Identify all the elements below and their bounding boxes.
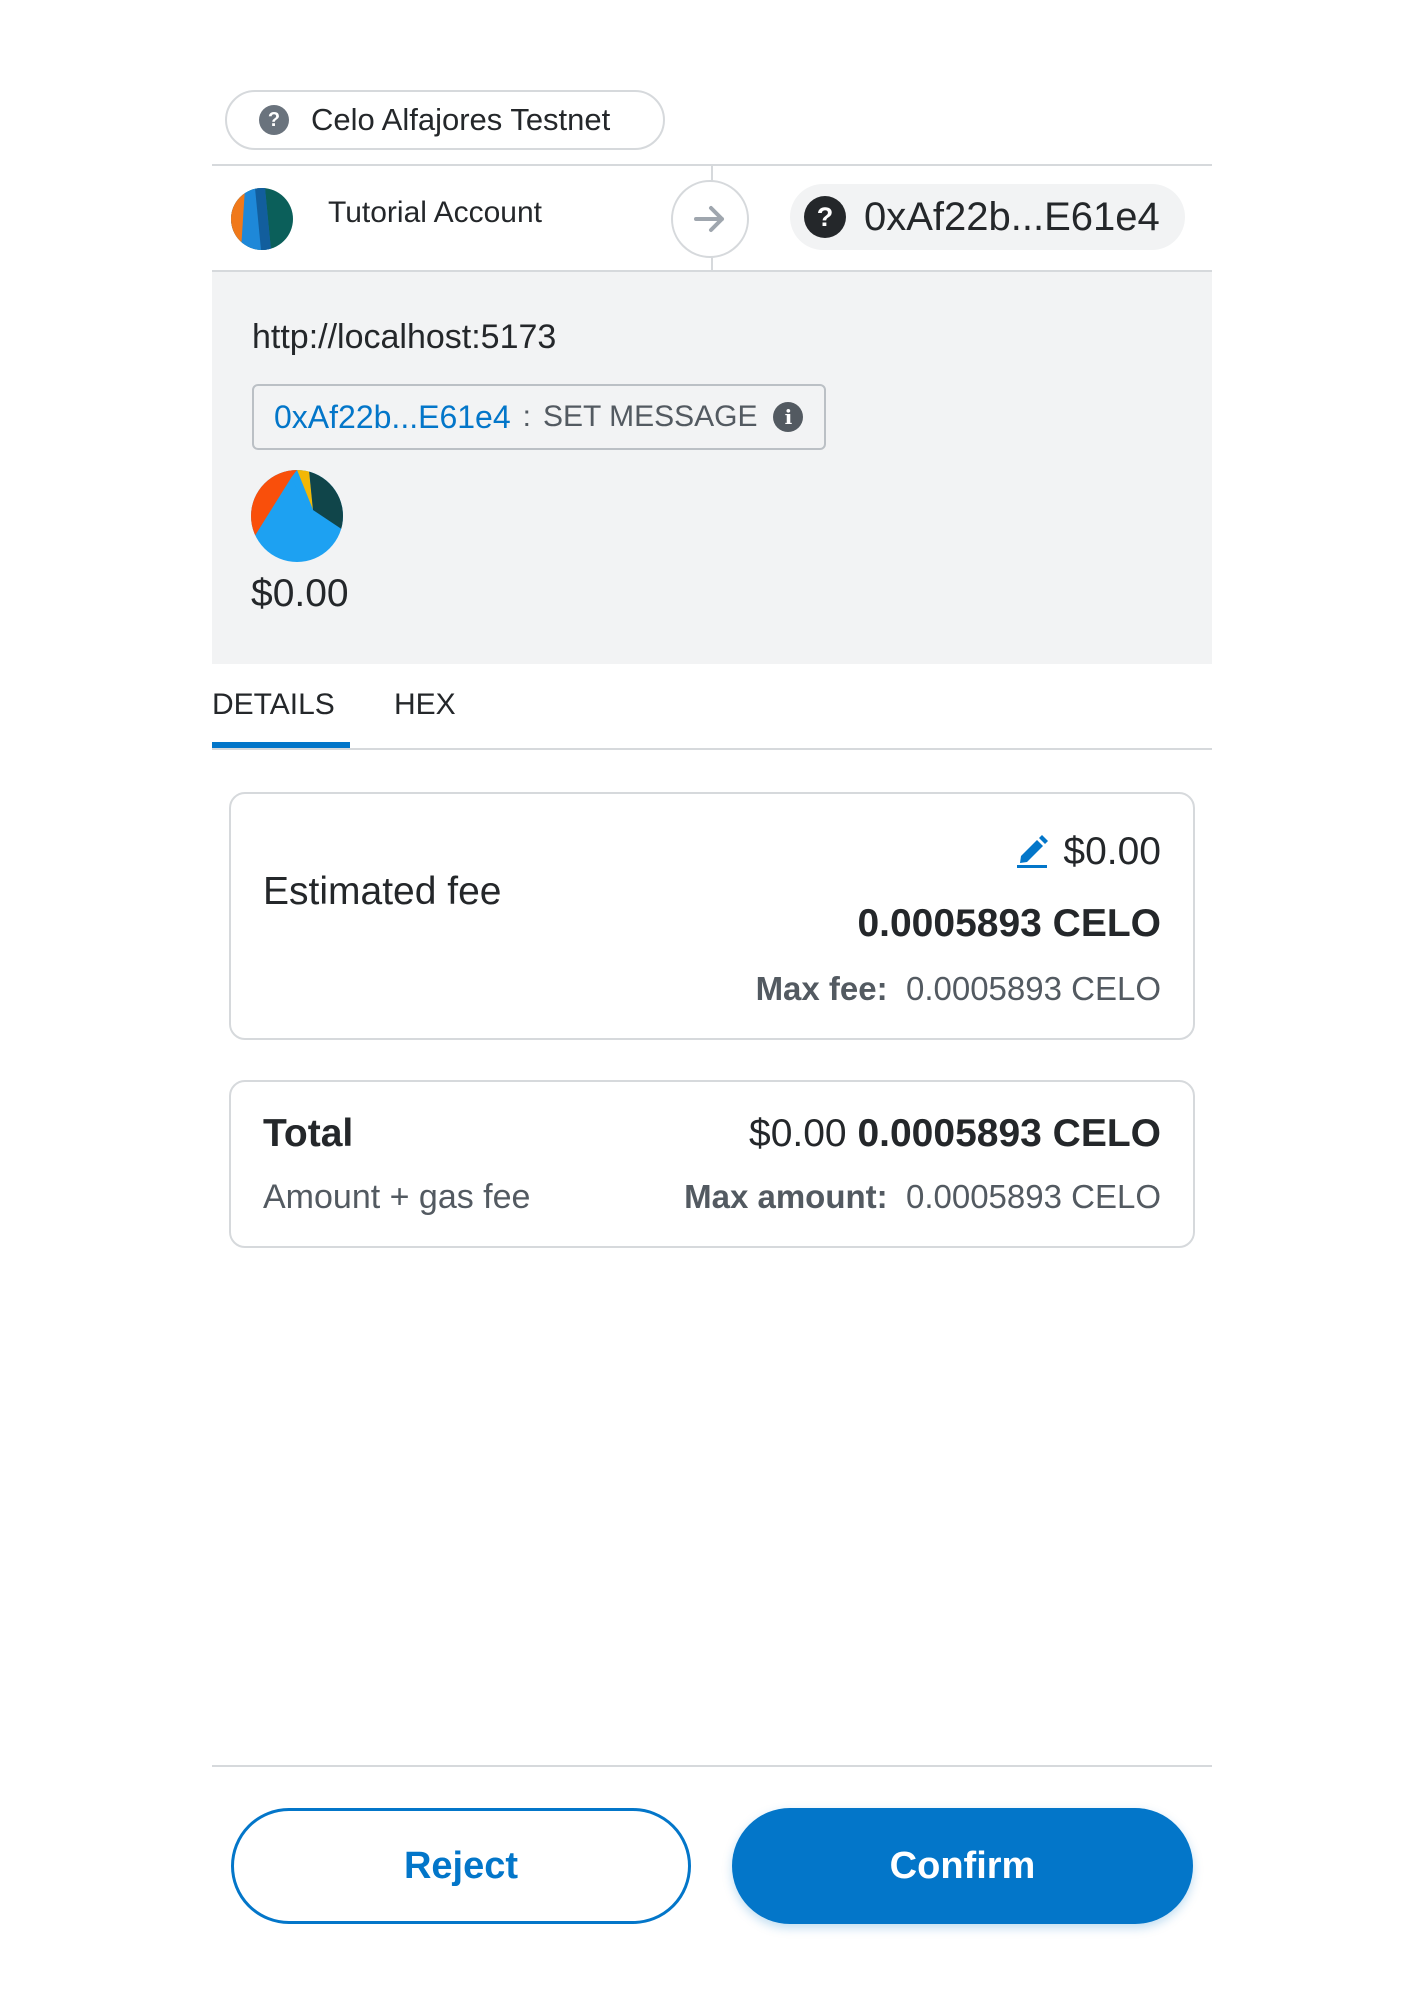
- footer-divider: [212, 1765, 1212, 1767]
- method-separator: :: [522, 400, 531, 433]
- confirm-button[interactable]: Confirm: [732, 1808, 1193, 1924]
- network-name: Celo Alfajores Testnet: [311, 102, 611, 137]
- fee-usd-row: $0.00: [1015, 830, 1161, 874]
- total-sublabel: Amount + gas fee: [263, 1178, 531, 1216]
- max-fee-label: Max fee:: [755, 970, 888, 1007]
- to-address-pill[interactable]: ? 0xAf22b...E61e4: [790, 184, 1185, 250]
- fee-usd: $0.00: [1063, 830, 1161, 873]
- question-mark-icon: ?: [804, 196, 846, 238]
- token-avatar: [251, 470, 343, 562]
- to-address: 0xAf22b...E61e4: [864, 194, 1160, 239]
- info-icon[interactable]: i: [773, 402, 804, 432]
- max-amount-row: Max amount: 0.0005893 CELO: [684, 1178, 1161, 1216]
- divider: [212, 748, 1212, 750]
- contract-address-link[interactable]: 0xAf22b...E61e4: [274, 399, 511, 436]
- arrow-right-icon: [671, 180, 749, 258]
- total-card: Total Amount + gas fee $0.00 0.0005893 C…: [229, 1080, 1195, 1248]
- max-fee-row: Max fee: 0.0005893 CELO: [756, 970, 1161, 1008]
- origin-url: http://localhost:5173: [252, 318, 557, 356]
- total-usd: $0.00: [749, 1112, 847, 1155]
- method-box: 0xAf22b...E61e4 : SET MESSAGE i: [252, 384, 826, 450]
- tab-details[interactable]: DETAILS: [212, 688, 335, 722]
- total-label: Total: [263, 1112, 354, 1155]
- estimated-fee-label: Estimated fee: [263, 870, 502, 913]
- network-selector[interactable]: ? Celo Alfajores Testnet: [225, 90, 665, 150]
- pencil-edit-icon[interactable]: [1015, 832, 1049, 873]
- estimated-fee-card: Estimated fee $0.00 0.0005893 CELO Max f…: [229, 792, 1195, 1040]
- question-mark-icon: ?: [259, 105, 289, 135]
- total-native: 0.0005893 CELO: [857, 1112, 1161, 1155]
- max-amount-label: Max amount:: [684, 1178, 888, 1215]
- reject-button[interactable]: Reject: [231, 1808, 691, 1924]
- fee-native: 0.0005893 CELO: [857, 902, 1161, 945]
- max-fee-value: 0.0005893 CELO: [905, 970, 1161, 1007]
- total-row: $0.00 0.0005893 CELO: [749, 1112, 1161, 1156]
- from-account-avatar: [231, 188, 293, 250]
- from-account-name: Tutorial Account: [328, 196, 542, 229]
- max-amount-value: 0.0005893 CELO: [905, 1178, 1161, 1215]
- tab-hex[interactable]: HEX: [394, 688, 456, 722]
- transaction-amount: $0.00: [251, 572, 349, 615]
- method-name: SET MESSAGE: [542, 400, 758, 433]
